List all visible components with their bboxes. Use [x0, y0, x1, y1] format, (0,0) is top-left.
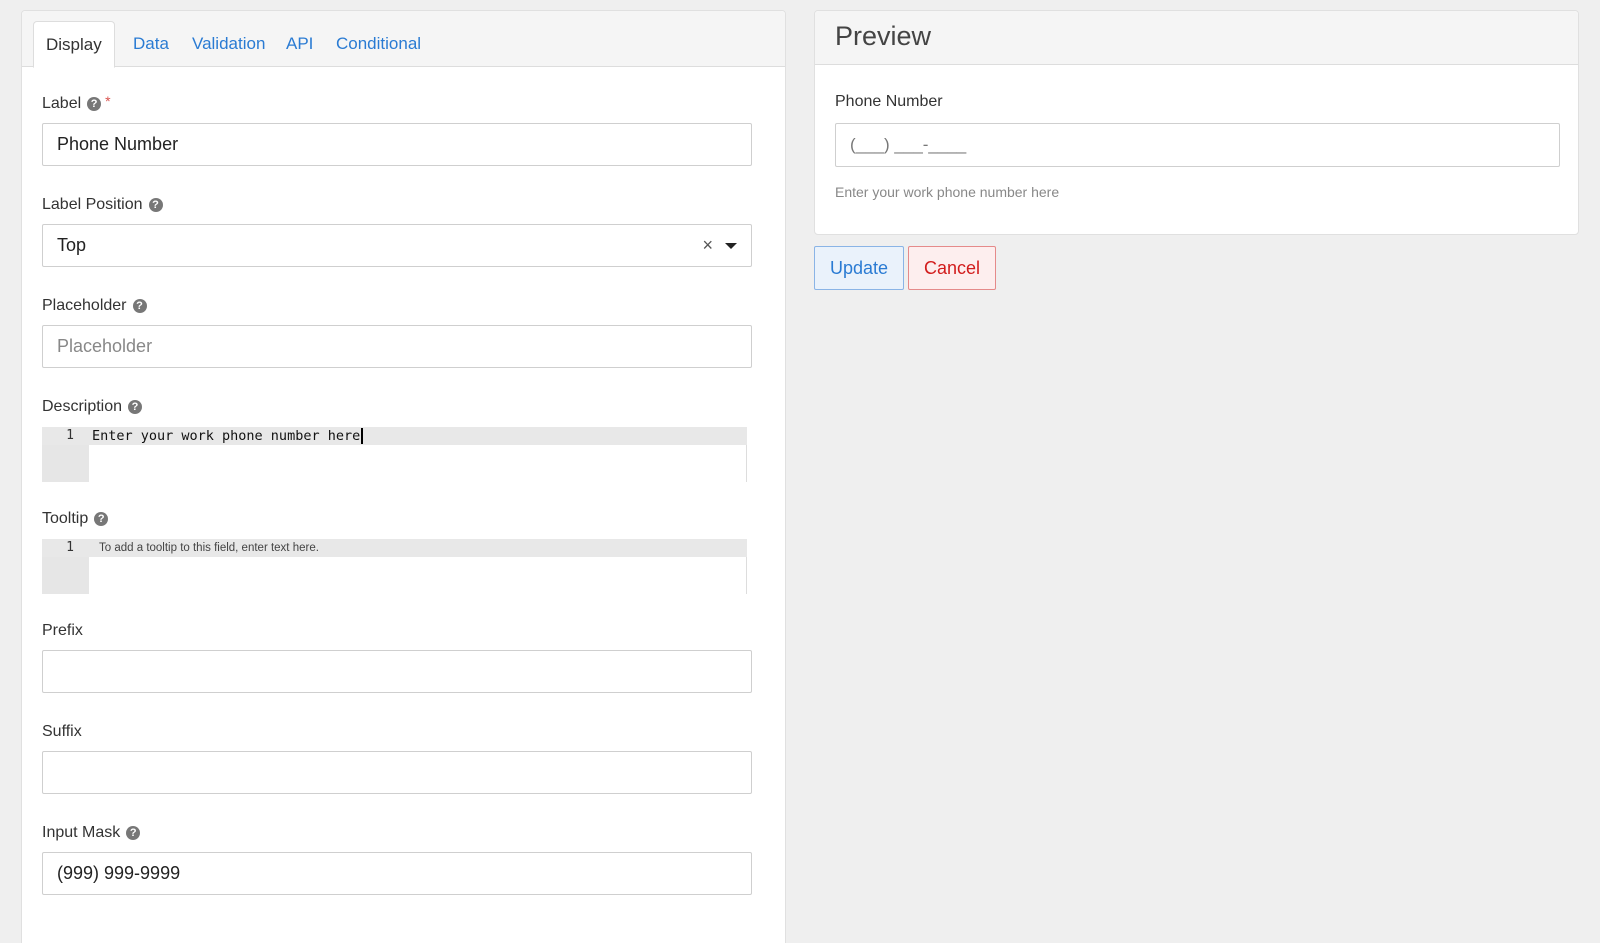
suffix-field-label: Suffix — [42, 723, 82, 741]
input-mask-input[interactable] — [42, 852, 752, 895]
editor-tab-bar: Display Data Validation API Conditional — [22, 11, 785, 68]
description-text[interactable]: Enter your work phone number here — [92, 427, 363, 445]
label-field-text: Label — [42, 95, 82, 112]
preview-phone-input[interactable] — [835, 123, 1560, 167]
chevron-down-icon[interactable] — [725, 242, 737, 249]
tooltip-field-text: Tooltip — [42, 510, 89, 527]
input-mask-field-label: Input Mask ? — [42, 824, 141, 842]
label-position-field-label: Label Position ? — [42, 196, 163, 214]
tooltip-code-editor[interactable]: 1 To add a tooltip to this field, enter … — [42, 539, 747, 594]
preview-field-label: Phone Number — [835, 93, 943, 110]
label-input[interactable] — [42, 123, 752, 166]
label-field-label: Label ? * — [42, 93, 111, 113]
description-field-text: Description — [42, 398, 123, 415]
suffix-field-text: Suffix — [42, 723, 82, 740]
tooltip-placeholder-text: To add a tooltip to this field, enter te… — [99, 542, 319, 554]
tab-data[interactable]: Data — [121, 21, 181, 67]
placeholder-field-label: Placeholder ? — [42, 297, 147, 315]
description-code-editor[interactable]: 1 Enter your work phone number here — [42, 427, 747, 482]
clear-icon[interactable]: × — [702, 235, 713, 256]
suffix-input[interactable] — [42, 751, 752, 794]
label-position-text: Label Position — [42, 196, 143, 213]
preview-panel: Preview Phone Number Enter your work pho… — [814, 10, 1579, 235]
placeholder-input[interactable] — [42, 325, 752, 368]
tab-conditional[interactable]: Conditional — [324, 21, 433, 67]
placeholder-field-text: Placeholder — [42, 297, 127, 314]
description-field-label: Description ? — [42, 398, 143, 416]
help-icon[interactable]: ? — [87, 97, 102, 111]
preview-title: Preview — [815, 11, 1578, 65]
tab-display[interactable]: Display — [33, 21, 115, 68]
tab-validation[interactable]: Validation — [180, 21, 277, 67]
tab-api[interactable]: API — [274, 21, 325, 67]
cancel-button[interactable]: Cancel — [908, 246, 997, 290]
component-editor-panel: Display Data Validation API Conditional … — [21, 10, 786, 943]
help-icon[interactable]: ? — [94, 512, 109, 526]
line-number: 1 — [66, 428, 74, 443]
input-mask-field-text: Input Mask — [42, 824, 121, 841]
update-button[interactable]: Update — [814, 246, 905, 290]
line-number: 1 — [66, 540, 74, 555]
label-position-selected-value: Top — [57, 235, 87, 255]
preview-field-description: Enter your work phone number here — [835, 184, 1060, 200]
tooltip-field-label: Tooltip ? — [42, 510, 109, 528]
help-icon[interactable]: ? — [126, 826, 141, 840]
help-icon[interactable]: ? — [148, 198, 163, 212]
prefix-input[interactable] — [42, 650, 752, 693]
help-icon[interactable]: ? — [128, 400, 143, 414]
prefix-field-text: Prefix — [42, 622, 83, 639]
label-position-select[interactable]: Top × — [42, 224, 752, 267]
help-icon[interactable]: ? — [132, 299, 147, 313]
required-indicator: * — [105, 93, 111, 109]
prefix-field-label: Prefix — [42, 622, 83, 640]
